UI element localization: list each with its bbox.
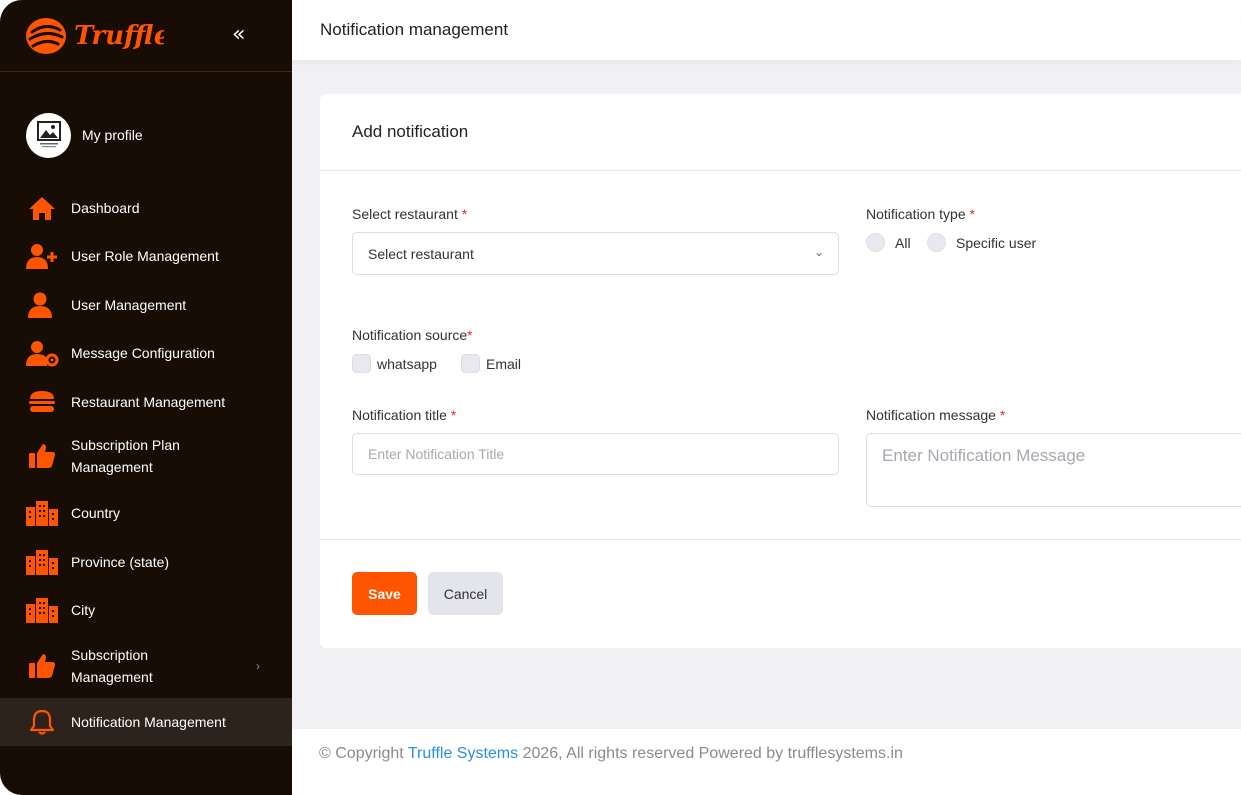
card-title: Add notification — [352, 122, 469, 141]
sidebar-item-user-management[interactable]: User Management — [0, 290, 292, 320]
notification-source-label: Notification source* — [352, 327, 473, 343]
radio-label: All — [895, 234, 911, 251]
sidebar-item-user-role-management[interactable]: User Role Management — [0, 241, 292, 271]
restaurant-select[interactable]: Select restaurant ⌄ — [352, 232, 839, 275]
add-notification-card: Add notification Select restaurant * Sel… — [320, 94, 1241, 648]
copyright-text: © Copyright Truffle Systems 2026, All ri… — [319, 745, 903, 762]
sidebar-item-label: Subscription Management — [71, 647, 153, 685]
checkbox-label: whatsapp — [377, 355, 437, 372]
truffle-systems-link[interactable]: Truffle Systems — [408, 745, 518, 762]
notification-message-label: Notification message * — [866, 407, 1006, 423]
chevron-right-icon: › — [256, 659, 260, 673]
cancel-button[interactable]: Cancel — [428, 572, 503, 615]
sidebar-item-subscription-management[interactable]: Subscription Management › — [0, 643, 292, 689]
radio-circle[interactable] — [927, 233, 946, 252]
building-icon — [25, 595, 59, 625]
user-plus-icon — [25, 241, 59, 271]
sidebar-item-dashboard[interactable]: Dashboard — [0, 193, 292, 223]
checkbox-email[interactable]: Email — [461, 354, 521, 373]
brand-header: Truffle « — [0, 0, 292, 72]
checkbox-box[interactable] — [352, 354, 371, 373]
save-button[interactable]: Save — [352, 572, 417, 615]
sidebar: Truffle « My profile Dashboard User Role… — [0, 0, 292, 795]
notification-type-label: Notification type * — [866, 206, 975, 222]
thumbs-up-icon — [25, 441, 59, 471]
thumbs-up-icon — [25, 651, 59, 681]
image-placeholder-icon — [36, 121, 61, 148]
home-icon — [25, 193, 59, 223]
notification-message-input[interactable] — [866, 433, 1241, 507]
sidebar-item-label: Notification Management — [71, 714, 226, 730]
sidebar-item-country[interactable]: Country — [0, 498, 292, 528]
truffle-logo[interactable]: Truffle — [24, 14, 170, 63]
burger-icon — [25, 387, 59, 417]
sidebar-item-label: User Role Management — [71, 248, 219, 264]
double-chevron-left-icon[interactable]: « — [232, 24, 245, 46]
sidebar-item-city[interactable]: City — [0, 595, 292, 625]
top-bar: Notification management — [292, 0, 1241, 60]
brand-name: Truffle — [74, 21, 164, 51]
notification-title-label: Notification title * — [352, 407, 457, 423]
sidebar-item-restaurant-management[interactable]: Restaurant Management — [0, 387, 292, 417]
sidebar-item-label: City — [71, 602, 96, 618]
building-icon — [25, 498, 59, 528]
bell-icon — [25, 707, 59, 737]
sidebar-item-label: Message Configuration — [71, 345, 215, 361]
radio-specific-user[interactable]: Specific user — [927, 233, 1036, 252]
restaurant-label: Select restaurant * — [352, 206, 468, 222]
notification-title-input[interactable] — [352, 433, 839, 475]
checkbox-label: Email — [486, 355, 522, 372]
sidebar-item-label: Country — [71, 505, 121, 521]
building-icon — [25, 547, 59, 577]
user-gear-icon — [25, 338, 59, 368]
sidebar-item-label: Restaurant Management — [71, 394, 226, 410]
profile-link[interactable]: My profile — [26, 112, 143, 158]
sidebar-item-label: Dashboard — [71, 200, 140, 216]
profile-label: My profile — [82, 127, 143, 143]
sidebar-item-subscription-plan-management[interactable]: Subscription Plan Management — [0, 433, 292, 479]
sidebar-item-message-configuration[interactable]: Message Configuration — [0, 338, 292, 368]
user-icon — [25, 290, 59, 320]
sidebar-item-label: Subscription Plan Management — [71, 437, 180, 475]
footer: © Copyright Truffle Systems 2026, All ri… — [292, 729, 1241, 795]
radio-label: Specific user — [956, 234, 1037, 251]
sidebar-item-label: Province (state) — [71, 554, 170, 570]
divider — [320, 539, 1241, 540]
page-title: Notification management — [320, 20, 509, 39]
radio-circle[interactable] — [866, 233, 885, 252]
avatar — [26, 112, 71, 158]
sidebar-item-province[interactable]: Province (state) — [0, 547, 292, 577]
sidebar-item-label: User Management — [71, 297, 187, 313]
radio-all[interactable]: All — [866, 233, 911, 252]
checkbox-box[interactable] — [461, 354, 480, 373]
checkbox-whatsapp[interactable]: whatsapp — [352, 354, 437, 373]
chevron-down-icon: ⌄ — [813, 245, 824, 259]
restaurant-select-value: Select restaurant — [368, 246, 474, 262]
app-window: Truffle « My profile Dashboard User Role… — [0, 0, 1241, 795]
sidebar-item-notification-management[interactable]: Notification Management — [0, 698, 292, 746]
card-header: Add notification — [320, 94, 1241, 171]
